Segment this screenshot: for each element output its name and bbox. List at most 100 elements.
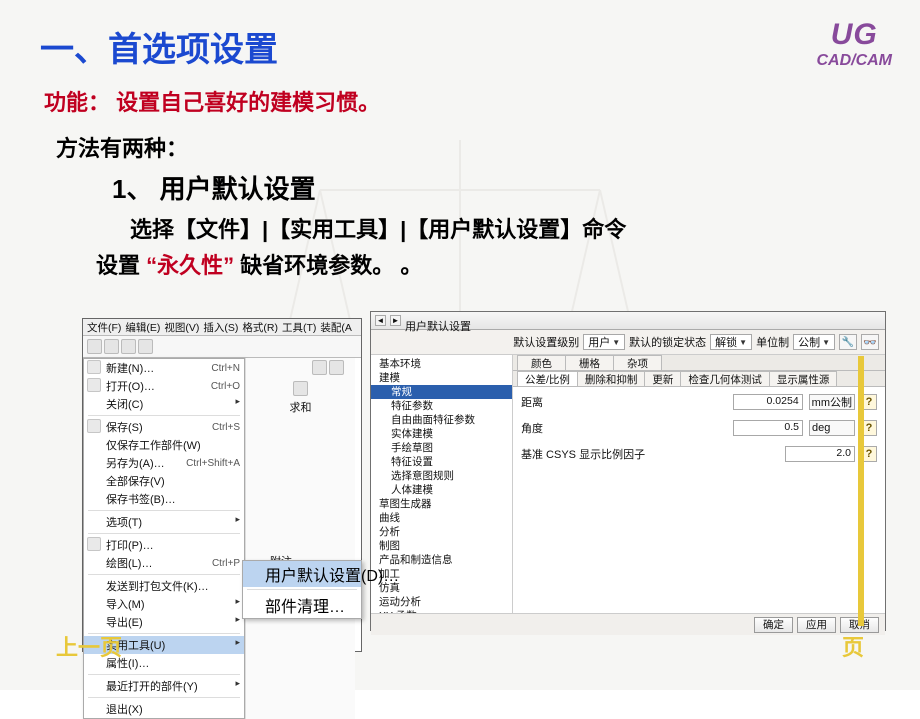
property-unit: deg	[809, 420, 855, 436]
tab[interactable]: 杂项	[613, 355, 662, 370]
property-unit: mm公制	[809, 394, 855, 410]
menu-item[interactable]: 最近打开的部件(Y)	[84, 677, 244, 695]
tree-item[interactable]: 制图	[371, 539, 512, 553]
search-icon[interactable]: 👓	[861, 334, 879, 350]
menubar-item[interactable]: 插入(S)	[203, 320, 238, 335]
fwd-icon[interactable]: ►	[390, 315, 401, 326]
lock-combo[interactable]: 解锁▼	[710, 334, 752, 350]
tree-item[interactable]: 分析	[371, 525, 512, 539]
level-combo[interactable]: 用户▼	[583, 334, 625, 350]
menu-item[interactable]: 选项(T)	[84, 513, 244, 531]
menubar-item[interactable]: 工具(T)	[282, 320, 316, 335]
menu-item[interactable]: 导出(E)	[84, 613, 244, 631]
menu-item-label: 导出(E)	[106, 614, 143, 630]
menu-item[interactable]: 保存(S)Ctrl+S	[84, 418, 244, 436]
property-input[interactable]: 0.5	[733, 420, 803, 436]
utilities-submenu[interactable]: 用户默认设置(D)… 部件清理…	[242, 560, 362, 619]
menubar-item[interactable]: 视图(V)	[164, 320, 199, 335]
tabs-sub[interactable]: 公差/比例删除和抑制更新检查几何体测试显示属性源	[513, 371, 885, 387]
menu-item[interactable]: 打开(O)…Ctrl+O	[84, 377, 244, 395]
tree-item[interactable]: 草图生成器	[371, 497, 512, 511]
menubar-item[interactable]: 装配(A	[320, 320, 352, 335]
brand: UG CAD/CAM	[816, 18, 892, 70]
submenu-item[interactable]: 部件清理…	[243, 592, 361, 618]
unit-combo[interactable]: 公制▼	[793, 334, 835, 350]
tab[interactable]: 更新	[644, 371, 681, 386]
wrench-icon[interactable]: 🔧	[839, 334, 857, 350]
menu-item-label: 选项(T)	[106, 514, 142, 530]
menu-item-label: 新建(N)…	[106, 360, 154, 376]
nav-next[interactable]: 页	[842, 630, 864, 662]
tree-item[interactable]: 人体建模	[371, 483, 512, 497]
slide-title: 一、首选项设置	[40, 22, 880, 71]
property-input[interactable]: 2.0	[785, 446, 855, 462]
menubar-item[interactable]: 格式(R)	[242, 320, 278, 335]
toolbar-icon	[138, 339, 153, 354]
menu-item-label: 导入(M)	[106, 596, 145, 612]
submenu-label: 用户默认设置(D)…	[265, 562, 399, 586]
brand-ug: UG	[816, 18, 892, 52]
menu-item-icon	[87, 537, 101, 551]
menu-item-icon	[87, 378, 101, 392]
menu-item[interactable]: 绘图(L)…Ctrl+P	[84, 554, 244, 572]
menu-item[interactable]: 全部保存(V)	[84, 472, 244, 490]
menubar-item[interactable]: 文件(F)	[87, 320, 121, 335]
menubar-item[interactable]: 编辑(E)	[125, 320, 160, 335]
property-panel: 距离0.0254mm公制?角度0.5deg?基准 CSYS 显示比例因子2.0?	[513, 387, 885, 613]
menu-item-label: 绘图(L)…	[106, 555, 152, 571]
menu-item[interactable]: 导入(M)	[84, 595, 244, 613]
menu-item[interactable]: 发送到打包文件(K)…	[84, 577, 244, 595]
menu-item-shortcut: Ctrl+O	[203, 381, 240, 392]
tab[interactable]: 颜色	[517, 355, 566, 370]
tree-item[interactable]: 特征设置	[371, 455, 512, 469]
function-line: 功能： 设置自己喜好的建模习惯。	[44, 85, 880, 117]
menu-item[interactable]: 退出(X)	[84, 700, 244, 718]
tree-item[interactable]: 选择意图规则	[371, 469, 512, 483]
tabs-top[interactable]: 颜色栅格杂项	[513, 355, 885, 371]
sigma-icon	[293, 381, 308, 396]
menu-item-label: 另存为(A)…	[106, 455, 165, 471]
tree-item[interactable]: XY 函数	[371, 609, 512, 613]
tree-item[interactable]: 常规	[371, 385, 512, 399]
tab[interactable]: 显示属性源	[769, 371, 838, 386]
menu-item-label: 保存书签(B)…	[106, 491, 176, 507]
tree-item[interactable]: 实体建模	[371, 427, 512, 441]
apply-button[interactable]: 应用	[797, 617, 836, 633]
menu-item[interactable]: 仅保存工作部件(W)	[84, 436, 244, 454]
tree-item[interactable]: 特征参数	[371, 399, 512, 413]
menu-item-label: 打印(P)…	[106, 537, 154, 553]
tab[interactable]: 公差/比例	[517, 371, 578, 386]
tree-item[interactable]: 基本环境	[371, 357, 512, 371]
menu-item-label: 关闭(C)	[106, 396, 143, 412]
brand-sub: CAD/CAM	[816, 52, 892, 70]
property-input[interactable]: 0.0254	[733, 394, 803, 410]
tree-item[interactable]: 运动分析	[371, 595, 512, 609]
ok-button[interactable]: 确定	[754, 617, 793, 633]
menu-item-label: 发送到打包文件(K)…	[106, 578, 209, 594]
level-label: 默认设置级别	[513, 334, 579, 350]
file-dropdown[interactable]: 新建(N)…Ctrl+N打开(O)…Ctrl+O关闭(C) 保存(S)Ctrl+S…	[83, 358, 245, 719]
menu-item[interactable]: 打印(P)…	[84, 536, 244, 554]
tree-item[interactable]: 建模	[371, 371, 512, 385]
tree-item[interactable]: 曲线	[371, 511, 512, 525]
toolbar-icon	[87, 339, 102, 354]
menu-item-icon	[87, 360, 101, 374]
tree-item[interactable]: 手绘草图	[371, 441, 512, 455]
toolbar-icon	[104, 339, 119, 354]
back-icon[interactable]: ◄	[375, 315, 386, 326]
tab[interactable]: 栅格	[565, 355, 614, 370]
tab[interactable]: 删除和抑制	[577, 371, 646, 386]
desc-permanent: “永久性”	[146, 253, 234, 278]
property-row: 基准 CSYS 显示比例因子2.0?	[521, 445, 877, 463]
menu-item[interactable]: 关闭(C)	[84, 395, 244, 413]
tab[interactable]: 检查几何体测试	[680, 371, 770, 386]
menu-item[interactable]: 保存书签(B)…	[84, 490, 244, 508]
nav-prev[interactable]: 上一页	[56, 630, 122, 662]
menu-item-label: 退出(X)	[106, 701, 143, 717]
menu-item[interactable]: 新建(N)…Ctrl+N	[84, 359, 244, 377]
submenu-item[interactable]: 用户默认设置(D)…	[243, 561, 361, 587]
method-lead: 方法有两种：	[56, 131, 880, 163]
step-1: 1、 用户默认设置	[112, 169, 880, 206]
tree-item[interactable]: 自由曲面特征参数	[371, 413, 512, 427]
menu-item[interactable]: 另存为(A)…Ctrl+Shift+A	[84, 454, 244, 472]
